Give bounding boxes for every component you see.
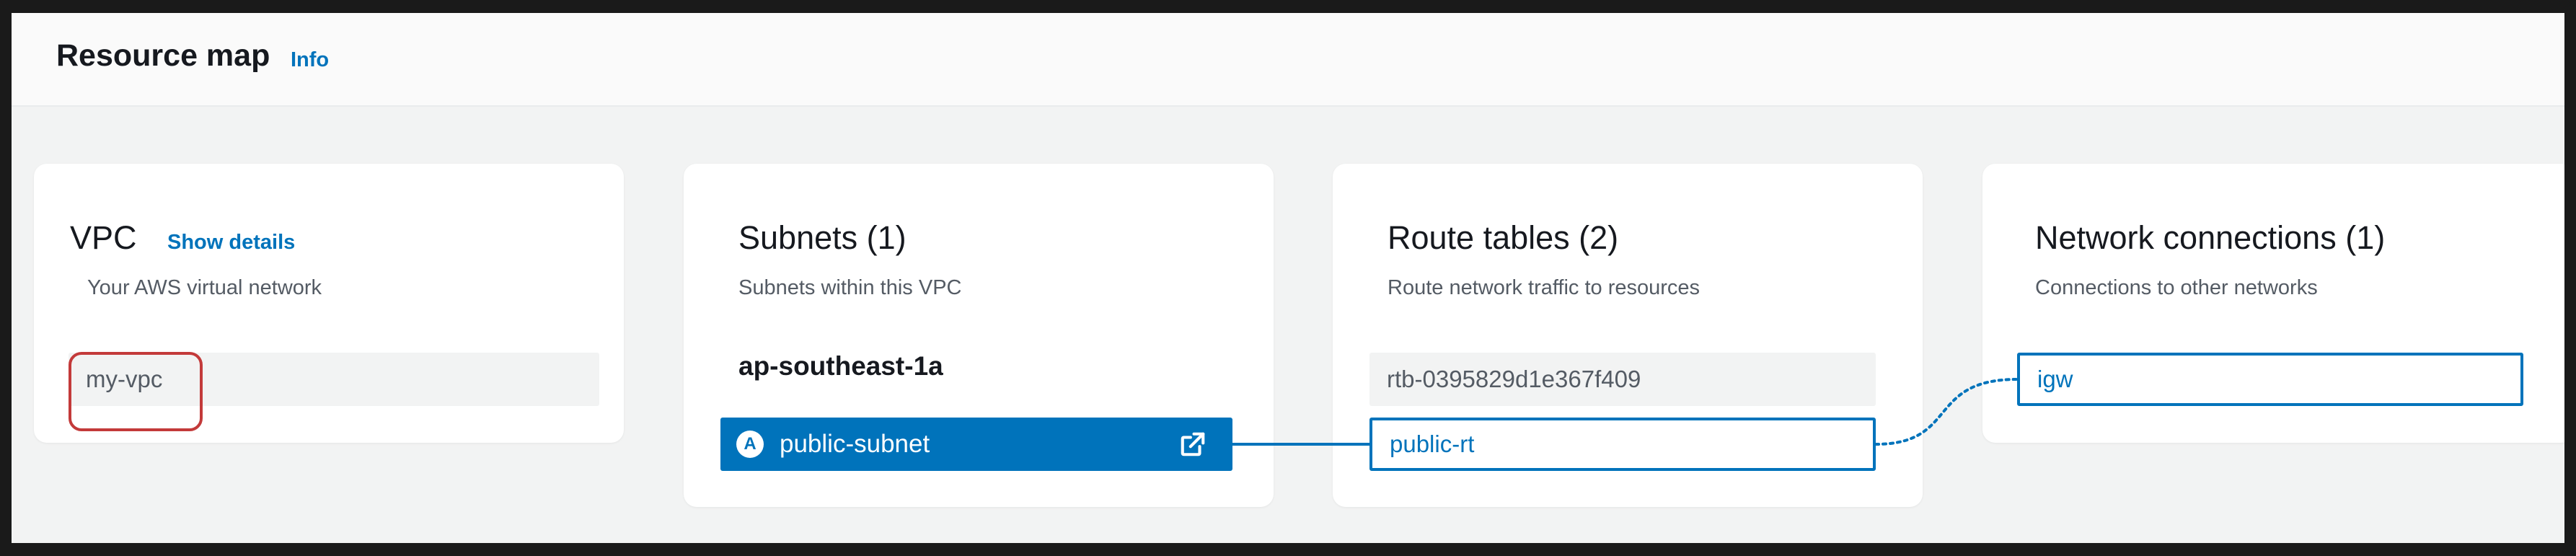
subnets-card-subtitle: Subnets within this VPC (738, 276, 962, 299)
subnets-card: Subnets (1) Subnets within this VPC ap-s… (684, 164, 1274, 507)
panel-header: Resource map Info (12, 13, 2564, 107)
route-table-item-main[interactable]: rtb-0395829d1e367f409 (1369, 353, 1876, 406)
network-connection-item-igw[interactable]: igw (2017, 353, 2523, 406)
availability-zone-badge: A (736, 431, 764, 458)
subnet-item-public-subnet[interactable]: A public-subnet (720, 418, 1232, 471)
network-connections-card-subtitle: Connections to other networks (2035, 276, 2318, 299)
route-tables-card-subtitle: Route network traffic to resources (1388, 276, 1701, 299)
info-link[interactable]: Info (291, 50, 329, 71)
vpc-item[interactable]: my-vpc (69, 353, 599, 406)
vpc-card-title: VPC (70, 219, 137, 256)
network-connections-card: Network connections (1) Connections to o… (1982, 164, 2564, 443)
availability-zone-label: ap-southeast-1a (738, 351, 943, 381)
vpc-card-subtitle: Your AWS virtual network (87, 276, 322, 299)
subnet-item-label: public-subnet (780, 430, 930, 458)
route-tables-card-title: Route tables (2) (1388, 219, 1619, 256)
show-details-link[interactable]: Show details (167, 232, 295, 253)
route-table-item-public-rt[interactable]: public-rt (1369, 418, 1876, 471)
external-link-icon[interactable] (1179, 431, 1207, 458)
subnets-card-title: Subnets (1) (738, 219, 907, 256)
network-connections-card-title: Network connections (1) (2035, 219, 2386, 256)
vpc-card: VPC Show details Your AWS virtual networ… (34, 164, 624, 443)
route-tables-card: Route tables (2) Route network traffic t… (1333, 164, 1923, 507)
resource-map-panel: Resource map Info VPC Show details Your … (12, 13, 2564, 543)
page-title: Resource map (56, 38, 270, 73)
